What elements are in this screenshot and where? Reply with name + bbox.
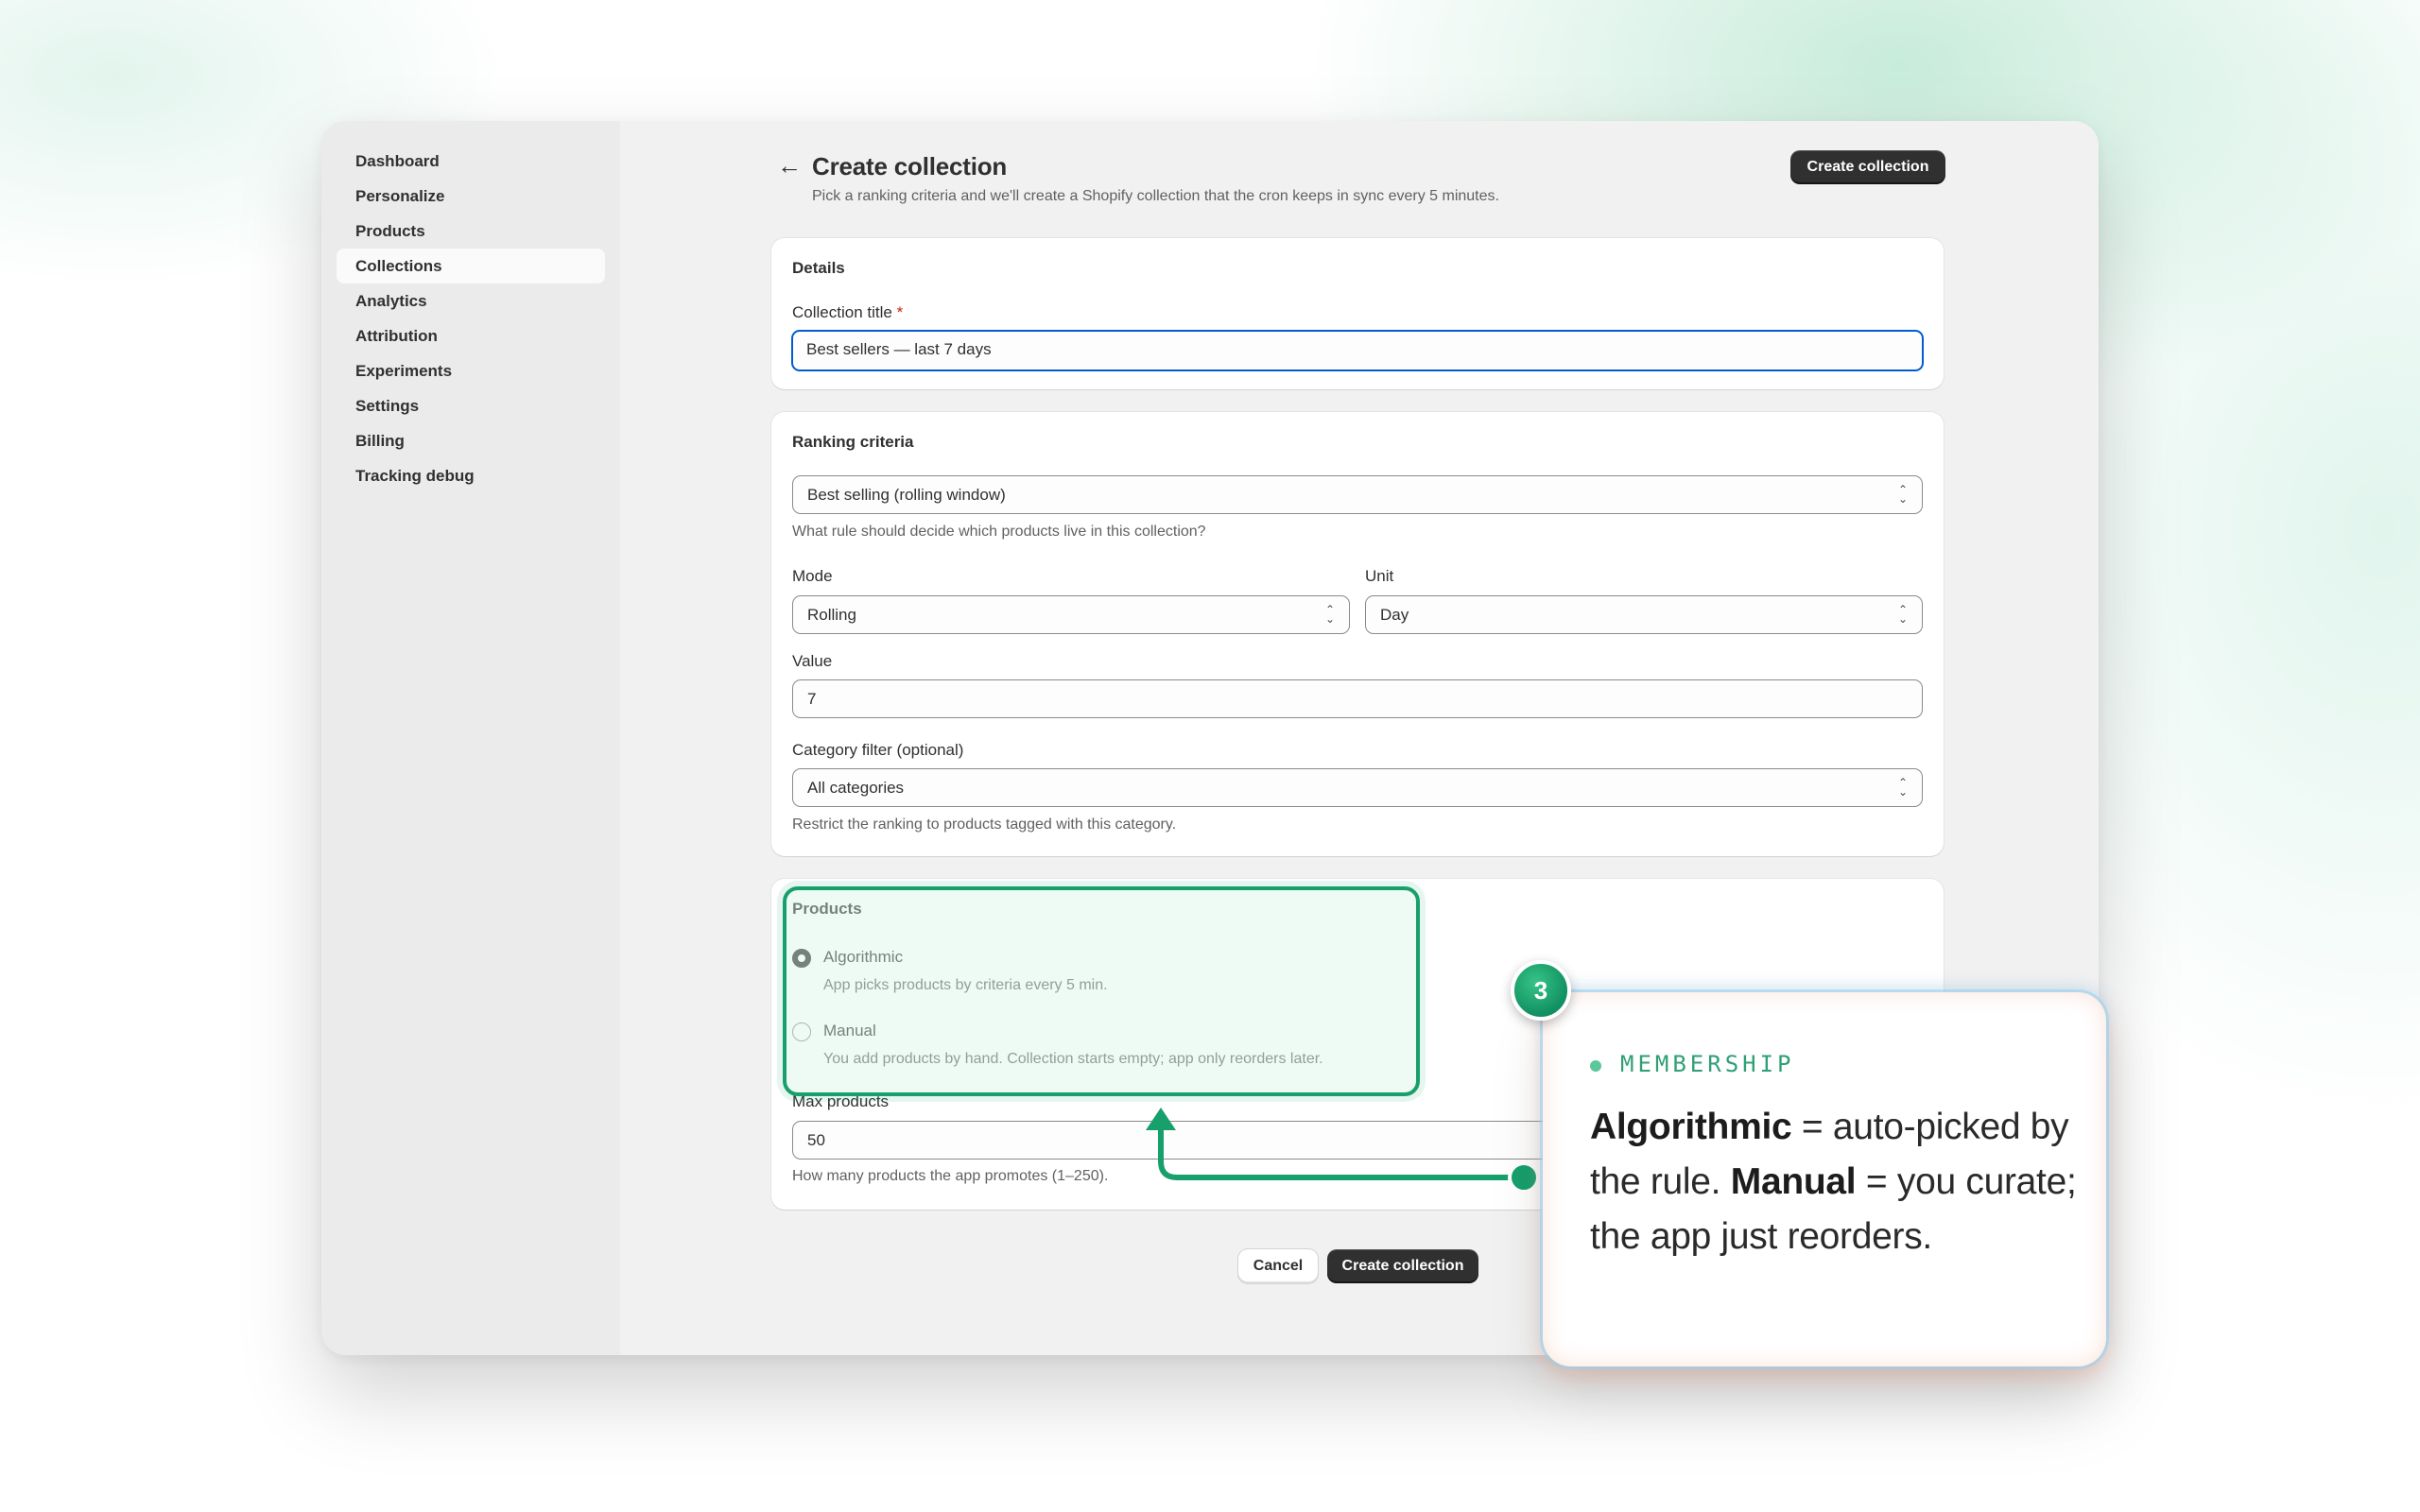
page-subtitle: Pick a ranking criteria and we'll create… — [812, 188, 1499, 204]
sidebar-item-tracking-debug[interactable]: Tracking debug — [337, 458, 605, 493]
category-filter-value: All categories — [807, 779, 905, 797]
collection-title-label-text: Collection title — [792, 303, 892, 321]
category-filter-help: Restrict the ranking to products tagged … — [792, 816, 1177, 833]
page-title: Create collection — [812, 152, 1008, 180]
mode-value: Rolling — [807, 606, 856, 624]
create-collection-header-button[interactable]: Create collection — [1790, 150, 1945, 184]
chevron-updown-icon: ⌃ ⌄ — [1897, 483, 1909, 506]
ranking-criteria-select[interactable]: Best selling (rolling window) ⌃ ⌄ — [792, 475, 1923, 514]
collection-title-label: Collection title * — [792, 303, 903, 322]
callout-body: Algorithmic = auto-picked by the rule. M… — [1590, 1100, 2082, 1264]
details-title: Details — [792, 259, 845, 277]
cancel-button[interactable]: Cancel — [1238, 1249, 1318, 1283]
chevron-updown-icon: ⌃ ⌄ — [1324, 603, 1336, 626]
unit-value: Day — [1380, 606, 1409, 624]
sidebar-item-billing[interactable]: Billing — [337, 423, 605, 458]
sidebar-item-collections[interactable]: Collections — [337, 249, 605, 284]
sidebar-item-experiments[interactable]: Experiments — [337, 353, 605, 388]
step-badge: 3 — [1511, 960, 1571, 1021]
ranking-criteria-value: Best selling (rolling window) — [807, 486, 1006, 504]
sidebar-item-products[interactable]: Products — [337, 214, 605, 249]
unit-select[interactable]: Day ⌃ ⌄ — [1365, 595, 1923, 634]
ranking-criteria-title: Ranking criteria — [792, 433, 914, 451]
category-filter-select[interactable]: All categories ⌃ ⌄ — [792, 768, 1923, 807]
sidebar-item-personalize[interactable]: Personalize — [337, 179, 605, 214]
callout-kicker: MEMBERSHIP — [1620, 1051, 1795, 1077]
required-mark: * — [896, 303, 904, 321]
create-collection-button[interactable]: Create collection — [1327, 1249, 1478, 1283]
callout-card: MEMBERSHIP Algorithmic = auto-picked by … — [1543, 992, 2106, 1366]
callout-term-manual: Manual — [1730, 1161, 1857, 1202]
arrow-left-icon[interactable]: ← — [777, 151, 802, 180]
callout-term-algorithmic: Algorithmic — [1590, 1107, 1792, 1147]
unit-label: Unit — [1365, 567, 1394, 585]
products-highlight — [783, 886, 1420, 1096]
sidebar: Dashboard Personalize Products Collectio… — [321, 121, 620, 1355]
ranking-criteria-card: Ranking criteria Best selling (rolling w… — [771, 412, 1944, 856]
chevron-updown-icon: ⌃ ⌄ — [1897, 603, 1909, 626]
sidebar-item-settings[interactable]: Settings — [337, 388, 605, 423]
value-input[interactable]: 7 — [792, 679, 1923, 718]
collection-title-input[interactable]: Best sellers — last 7 days — [791, 330, 1924, 371]
sidebar-item-attribution[interactable]: Attribution — [337, 318, 605, 353]
mode-label: Mode — [792, 567, 833, 585]
chevron-updown-icon: ⌃ ⌄ — [1897, 776, 1909, 799]
mode-select[interactable]: Rolling ⌃ ⌄ — [792, 595, 1350, 634]
ranking-criteria-help: What rule should decide which products l… — [792, 524, 1206, 540]
sidebar-item-dashboard[interactable]: Dashboard — [337, 144, 605, 179]
category-filter-label: Category filter (optional) — [792, 741, 964, 759]
value-label: Value — [792, 652, 833, 670]
details-card: Details Collection title * Best sellers … — [771, 238, 1944, 389]
kicker-dot — [1590, 1060, 1601, 1072]
sidebar-item-analytics[interactable]: Analytics — [337, 284, 605, 318]
max-products-help: How many products the app promotes (1–25… — [792, 1168, 1109, 1184]
